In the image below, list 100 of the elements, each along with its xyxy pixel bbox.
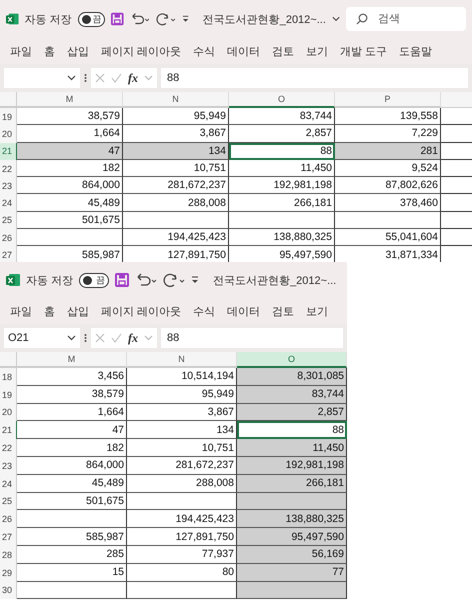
table-cell: 194,425,423	[127, 510, 237, 528]
row-header[interactable]: 26	[0, 229, 17, 246]
row-header[interactable]: 21	[0, 142, 17, 160]
autosave-toggle[interactable]: 끔	[78, 12, 106, 26]
save-icon[interactable]	[115, 273, 130, 287]
table-cell: 501,675	[17, 492, 127, 510]
menu-tab[interactable]: 데이터	[227, 304, 260, 318]
menu-tab[interactable]: 검토	[272, 44, 294, 58]
insert-function-button[interactable]: fx	[128, 330, 138, 346]
table-cell: 10,751	[127, 439, 237, 457]
menu-tab[interactable]: 삽입	[67, 304, 89, 318]
redo-icon[interactable]	[163, 273, 186, 287]
more-icon[interactable]	[84, 73, 87, 83]
name-box[interactable]: O21	[4, 328, 80, 348]
menu-tab[interactable]: 데이터	[227, 44, 260, 58]
column-header[interactable]: N	[123, 92, 229, 108]
menu-tab[interactable]: 보기	[306, 304, 328, 318]
table-cell: 47	[17, 421, 127, 440]
row-header[interactable]: 19	[0, 386, 17, 404]
table-cell: 95,949	[123, 108, 229, 126]
customize-toolbar-icon[interactable]	[191, 276, 200, 284]
column-header[interactable]: M	[17, 92, 123, 108]
save-icon[interactable]	[111, 12, 124, 26]
table-cell: 45,489	[17, 474, 127, 493]
column-header[interactable]: P	[335, 92, 441, 108]
row-header[interactable]: 27	[0, 528, 17, 546]
column-header[interactable]: M	[17, 352, 127, 368]
table-cell: 56,169	[237, 546, 347, 564]
window-title: 전국도서관현황_2012~...	[202, 12, 326, 26]
table-cell	[441, 142, 472, 160]
autosave-toggle[interactable]: 끔	[79, 272, 110, 288]
undo-icon[interactable]	[135, 273, 158, 287]
table-cell: 87,802,626	[335, 177, 441, 194]
window-title: 전국도서관현황_2012~...	[213, 274, 336, 288]
menu-tab[interactable]: 수식	[193, 44, 216, 58]
column-header[interactable]: O	[229, 92, 335, 108]
menu-tab[interactable]: 수식	[193, 304, 216, 318]
row-header[interactable]: 20	[0, 404, 17, 422]
undo-icon[interactable]	[130, 12, 150, 26]
row-header[interactable]: 24	[0, 194, 17, 212]
menu-tab[interactable]: 보기	[306, 44, 328, 58]
insert-function-button[interactable]: fx	[128, 70, 138, 86]
row-header[interactable]: 30	[0, 582, 17, 600]
table-cell: 45,489	[17, 194, 123, 212]
table-cell: 134	[127, 421, 237, 440]
table-cell: 127,891,750	[127, 528, 237, 546]
more-icon[interactable]	[84, 333, 87, 343]
row-header[interactable]: 25	[0, 492, 17, 510]
menu-tab[interactable]: 홈	[44, 304, 55, 318]
table-cell: 864,000	[17, 177, 123, 194]
table-cell: 194,425,423	[123, 229, 229, 246]
table-cell: 47	[17, 142, 123, 160]
formula-field[interactable]: 88	[161, 328, 343, 348]
row-header[interactable]: 28	[0, 546, 17, 564]
redo-icon[interactable]	[156, 12, 176, 26]
row-header[interactable]: 22	[0, 439, 17, 457]
row-header[interactable]: 18	[0, 368, 17, 386]
chevron-down-icon[interactable]	[67, 75, 76, 81]
row-header[interactable]: 27	[0, 246, 17, 262]
table-cell: 281	[335, 142, 441, 160]
spreadsheet-app-icon	[6, 273, 20, 287]
menu-tab[interactable]: 개발 도구	[340, 44, 388, 58]
customize-toolbar-icon[interactable]	[182, 15, 189, 23]
row-header[interactable]: 23	[0, 177, 17, 194]
table-cell: 7,229	[335, 125, 441, 143]
table-cell: 95,497,590	[237, 528, 347, 546]
table-cell: 1,664	[17, 125, 123, 143]
table-cell: 3,456	[17, 368, 127, 386]
menu-tab[interactable]: 삽입	[67, 44, 89, 58]
row-header[interactable]: 25	[0, 212, 17, 230]
menu-tab[interactable]: 도움말	[399, 44, 432, 58]
formula-field[interactable]: 88	[161, 68, 468, 88]
menu-tab[interactable]: 파일	[10, 44, 32, 58]
row-header[interactable]: 21	[0, 421, 17, 440]
row-header[interactable]: 22	[0, 160, 17, 178]
table-cell: 266,181	[237, 474, 347, 493]
table-cell: 55,041,604	[335, 229, 441, 246]
row-header[interactable]: 29	[0, 564, 17, 582]
table-cell: 288,008	[127, 474, 237, 493]
row-header[interactable]: 26	[0, 510, 17, 528]
table-cell: 2,857	[229, 125, 335, 143]
column-header[interactable]: O	[237, 352, 347, 368]
search-field[interactable]: 검색	[376, 12, 456, 26]
chevron-down-icon[interactable]	[67, 335, 76, 341]
menu-tab[interactable]: 홈	[44, 44, 55, 58]
menu-tab[interactable]: 파일	[10, 304, 32, 318]
row-header[interactable]: 23	[0, 456, 17, 475]
table-cell: 3,867	[123, 125, 229, 143]
menu-tab[interactable]: 검토	[272, 304, 294, 318]
table-cell: 83,744	[229, 108, 335, 126]
chevron-down-icon[interactable]	[332, 16, 340, 22]
menu-tab[interactable]: 페이지 레이아웃	[101, 44, 182, 58]
column-header[interactable]: N	[127, 352, 237, 368]
menu-tab[interactable]: 페이지 레이아웃	[101, 304, 182, 318]
search-box[interactable]: 검색	[346, 7, 466, 31]
row-header[interactable]: 20	[0, 125, 17, 143]
row-header[interactable]: 19	[0, 108, 17, 126]
table-cell: 192,981,198	[237, 456, 347, 475]
row-header[interactable]: 24	[0, 474, 17, 493]
table-cell: 3,867	[127, 404, 237, 422]
